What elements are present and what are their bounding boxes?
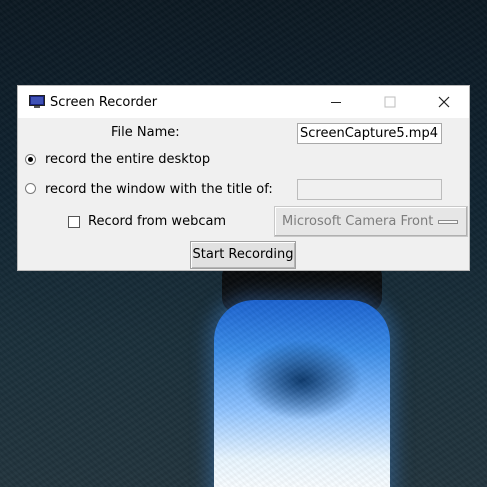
minimize-icon: [331, 102, 341, 103]
window-title: Screen Recorder: [50, 95, 158, 110]
maximize-icon: [384, 96, 396, 108]
record-window-label[interactable]: record the window with the title of:: [45, 182, 273, 197]
close-button[interactable]: [421, 86, 467, 118]
record-window-radio[interactable]: [25, 183, 36, 194]
camera-select[interactable]: Microsoft Camera Front: [274, 206, 468, 237]
screen-recorder-window: Screen Recorder File Name: ScreenCapture…: [17, 85, 470, 271]
start-recording-button[interactable]: Start Recording: [190, 241, 296, 269]
record-desktop-label[interactable]: record the entire desktop: [45, 152, 210, 167]
close-icon: [438, 96, 450, 108]
record-desktop-radio[interactable]: [25, 154, 36, 165]
file-name-label: File Name:: [111, 125, 180, 140]
camera-select-value: Microsoft Camera Front: [282, 214, 434, 229]
record-webcam-label[interactable]: Record from webcam: [88, 214, 226, 229]
record-webcam-checkbox[interactable]: [68, 216, 80, 228]
file-name-input[interactable]: ScreenCapture5.mp4: [297, 123, 442, 144]
title-bar[interactable]: Screen Recorder: [18, 86, 469, 118]
window-title-input[interactable]: [297, 179, 442, 200]
minimize-button[interactable]: [313, 86, 359, 118]
dropdown-indicator-icon: [438, 220, 458, 224]
monitor-icon: [29, 95, 45, 108]
maximize-button[interactable]: [367, 86, 413, 118]
radio-selected-dot: [28, 157, 33, 162]
